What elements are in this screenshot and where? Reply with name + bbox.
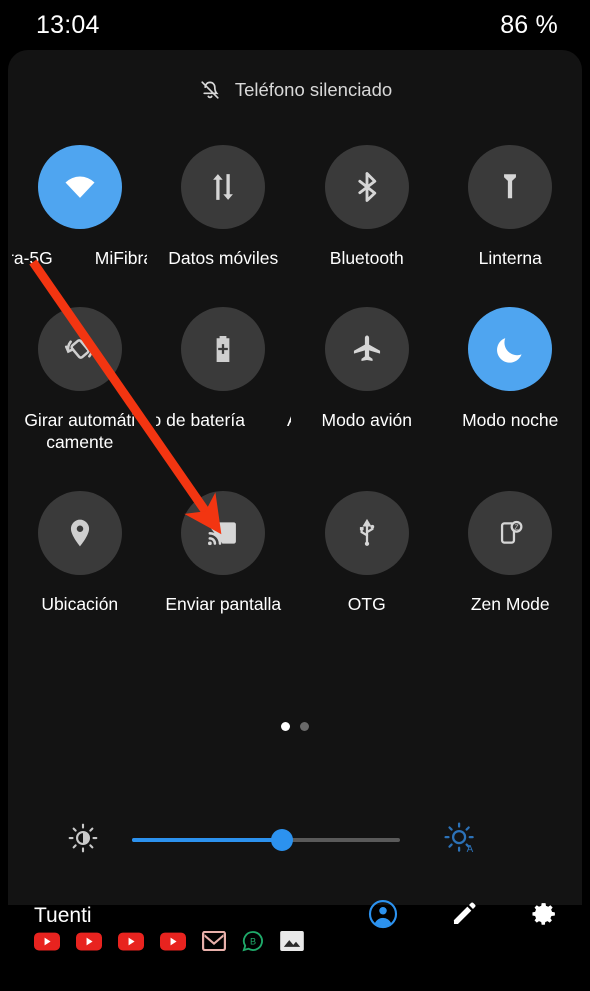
tile-airplane-mode-label: Modo avión bbox=[321, 410, 412, 430]
brightness-row: A bbox=[8, 810, 582, 870]
tile-otg-label: OTG bbox=[347, 594, 386, 614]
tile-auto-rotate-label: Girar automáti camente bbox=[24, 410, 136, 452]
page-indicator[interactable] bbox=[8, 722, 582, 731]
phone-silenced-banner[interactable]: Teléfono silenciado bbox=[8, 72, 582, 108]
tile-battery-saver-label: Ahorro de bateríaAhorro de batería bbox=[155, 410, 291, 430]
svg-text:A: A bbox=[467, 844, 474, 855]
image-icon[interactable] bbox=[280, 931, 304, 951]
airplane-icon bbox=[353, 335, 380, 361]
tile-bluetooth-circle[interactable] bbox=[324, 145, 409, 229]
tile-airplane-mode-circle[interactable] bbox=[324, 307, 409, 391]
brightness-slider[interactable] bbox=[132, 827, 400, 853]
tile-cast-screen[interactable]: Enviar pantalla bbox=[152, 491, 296, 615]
tile-bluetooth-label: Bluetooth bbox=[329, 248, 404, 268]
cast-icon bbox=[208, 522, 237, 546]
tile-cast-screen-label: Enviar pantalla bbox=[165, 594, 282, 614]
tile-location-label: Ubicación bbox=[41, 594, 119, 614]
status-bar-battery-percent: 86 % bbox=[500, 10, 558, 39]
tile-location[interactable]: Ubicación bbox=[8, 491, 152, 615]
tile-battery-saver[interactable]: Ahorro de bateríaAhorro de batería bbox=[152, 307, 296, 453]
usb-icon bbox=[359, 518, 374, 546]
tile-wifi-circle[interactable] bbox=[37, 145, 122, 229]
auto-rotate-icon bbox=[64, 339, 95, 359]
android-quick-settings-screen: 13:04 86 % Teléfono silenciado ra-5G MiF… bbox=[0, 0, 590, 991]
tile-battery-saver-circle[interactable] bbox=[181, 307, 266, 391]
brightness-auto-icon[interactable]: A bbox=[442, 820, 478, 861]
tile-zen-mode[interactable]: Z Zen Mode bbox=[439, 491, 583, 615]
wifi-icon bbox=[65, 176, 95, 198]
flashlight-icon bbox=[504, 174, 517, 199]
tile-night-mode-label: Modo noche bbox=[462, 410, 559, 430]
quick-settings-panel: Teléfono silenciado MiFibra-5GMiFibra-5G bbox=[8, 50, 582, 928]
youtube-icon[interactable] bbox=[34, 932, 60, 951]
notification-icon-strip: B bbox=[0, 920, 590, 962]
status-bar: 13:04 86 % bbox=[0, 0, 590, 50]
tile-flashlight-circle[interactable] bbox=[468, 145, 553, 229]
tile-otg-circle[interactable] bbox=[324, 491, 409, 575]
tile-zen-mode-circle[interactable]: Z bbox=[468, 491, 553, 575]
tile-night-mode[interactable]: Modo noche bbox=[439, 307, 583, 453]
tile-night-mode-circle[interactable] bbox=[468, 307, 553, 391]
battery-plus-icon bbox=[216, 335, 230, 363]
quick-settings-tile-grid: MiFibra-5GMiFibra-5G Datos móviles bbox=[8, 145, 582, 615]
page-dot-2[interactable] bbox=[300, 722, 309, 731]
youtube-icon[interactable] bbox=[76, 932, 102, 951]
tile-mobile-data-label: Datos móviles bbox=[168, 248, 279, 268]
moon-icon bbox=[497, 338, 522, 363]
tile-wifi[interactable]: MiFibra-5GMiFibra-5G bbox=[8, 145, 152, 269]
brightness-slider-fill bbox=[132, 838, 283, 842]
status-bar-clock: 13:04 bbox=[36, 10, 100, 39]
bluetooth-icon bbox=[358, 172, 376, 202]
data-transfer-icon bbox=[213, 174, 234, 200]
tile-wifi-label: MiFibra-5GMiFibra-5G bbox=[12, 248, 147, 268]
tile-auto-rotate[interactable]: Girar automáti camente bbox=[8, 307, 152, 453]
brightness-low-icon[interactable] bbox=[66, 821, 100, 860]
tile-mobile-data-circle[interactable] bbox=[181, 145, 266, 229]
youtube-icon[interactable] bbox=[160, 932, 186, 951]
phone-silenced-label: Teléfono silenciado bbox=[234, 79, 393, 100]
location-pin-icon bbox=[70, 519, 89, 547]
tile-flashlight[interactable]: Linterna bbox=[439, 145, 583, 269]
youtube-icon[interactable] bbox=[118, 932, 144, 951]
tile-bluetooth[interactable]: Bluetooth bbox=[295, 145, 439, 269]
svg-text:B: B bbox=[250, 937, 256, 947]
tile-auto-rotate-circle[interactable] bbox=[37, 307, 122, 391]
page-dot-1[interactable] bbox=[281, 722, 290, 731]
tile-flashlight-label: Linterna bbox=[478, 248, 542, 268]
chat-bubble-b-icon[interactable]: B bbox=[242, 930, 264, 952]
tile-cast-screen-circle[interactable] bbox=[181, 491, 266, 575]
tile-location-circle[interactable] bbox=[37, 491, 122, 575]
tile-zen-mode-label: Zen Mode bbox=[470, 594, 550, 614]
brightness-slider-thumb[interactable] bbox=[271, 829, 294, 851]
gmail-icon[interactable] bbox=[202, 931, 226, 951]
zen-phone-icon: Z bbox=[501, 520, 523, 544]
svg-text:Z: Z bbox=[515, 523, 520, 531]
tile-airplane-mode[interactable]: Modo avión bbox=[295, 307, 439, 453]
bell-off-icon bbox=[198, 78, 222, 102]
tile-mobile-data[interactable]: Datos móviles bbox=[152, 145, 296, 269]
tile-otg[interactable]: OTG bbox=[295, 491, 439, 615]
